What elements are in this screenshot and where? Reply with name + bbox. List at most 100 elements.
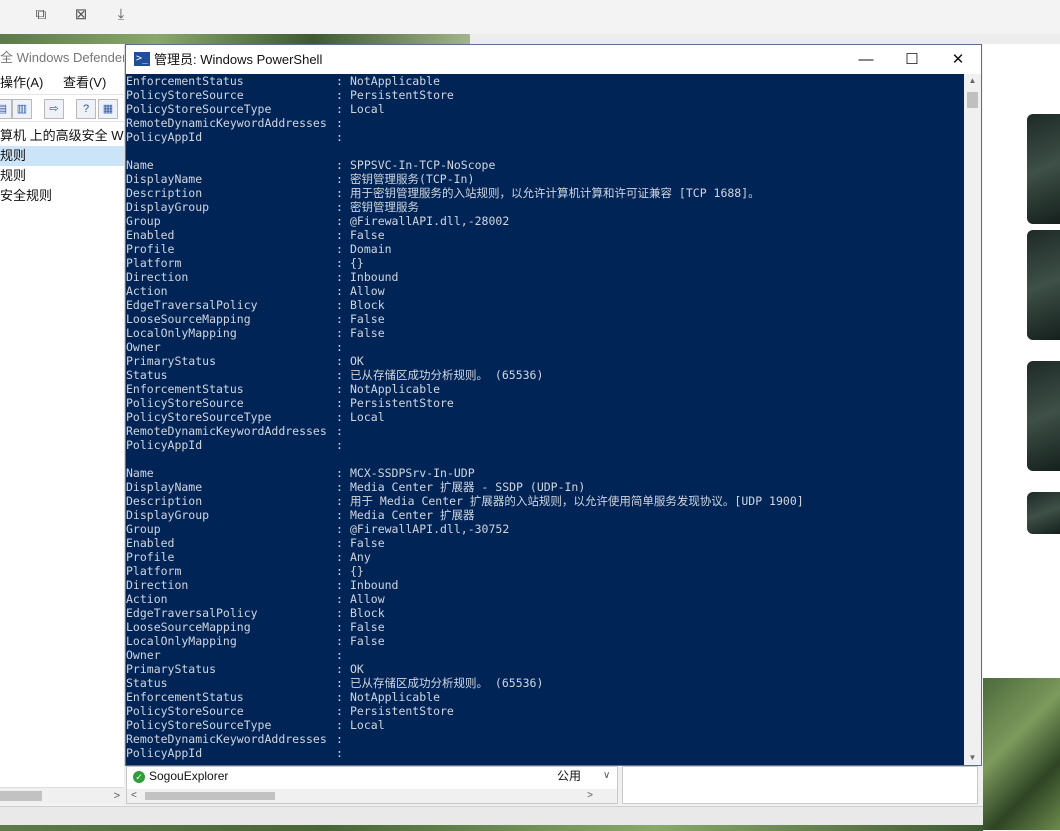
property-value: False (350, 634, 385, 648)
separator: : (336, 410, 343, 424)
property-name: RemoteDynamicKeywordAddresses (126, 116, 327, 130)
separator: : (336, 466, 343, 480)
property-name: RemoteDynamicKeywordAddresses (126, 732, 327, 746)
maximize-button[interactable]: ☐ (889, 45, 935, 74)
console-vertical-scrollbar[interactable]: ▲ ▼ (964, 74, 981, 765)
property-name: PolicyStoreSourceType (126, 102, 272, 116)
gallery-thumbnail-1[interactable] (1027, 114, 1060, 224)
console-title: 全 Windows Defender (0, 50, 124, 65)
separator: : (336, 480, 343, 494)
show-hide-tree-icon[interactable]: ▥ (12, 99, 32, 119)
property-name: Group (126, 522, 161, 536)
list-horizontal-scrollbar[interactable]: < > (127, 789, 617, 803)
separator: : (336, 368, 343, 382)
gallery-thumbnail-2[interactable] (1027, 230, 1060, 340)
close-tab-icon[interactable]: ⊠ (70, 4, 92, 26)
property-value: Allow (350, 284, 385, 298)
minimize-button[interactable]: — (843, 45, 889, 74)
property-name: PolicyStoreSource (126, 88, 244, 102)
property-value: Any (350, 550, 371, 564)
table-row[interactable]: ✓ SogouExplorer 公用 ∨ (133, 768, 613, 784)
property-value: Inbound (350, 578, 399, 592)
scroll-right-icon[interactable]: > (587, 789, 593, 803)
property-value: NotApplicable (350, 382, 441, 396)
property-name: DisplayGroup (126, 200, 210, 214)
property-value: False (350, 536, 385, 550)
property-value: PersistentStore (350, 704, 454, 718)
export-list-icon[interactable]: ⇨ (44, 99, 64, 119)
separator: : (336, 690, 343, 704)
separator: : (336, 326, 343, 340)
tree-horizontal-scrollbar[interactable]: > (0, 787, 124, 804)
separator: : (336, 228, 343, 242)
property-name: PrimaryStatus (126, 662, 217, 676)
property-name: EdgeTraversalPolicy (126, 298, 258, 312)
separator: : (336, 116, 343, 130)
scroll-thumb[interactable] (0, 791, 42, 801)
separator: : (336, 158, 343, 172)
enabled-check-icon: ✓ (133, 770, 145, 783)
menu-action[interactable]: 操作(A) (0, 75, 43, 90)
property-value: False (350, 620, 385, 634)
folder-icon[interactable]: ▤ (0, 99, 12, 119)
separator: : (336, 340, 343, 354)
gallery-thumbnail-3[interactable] (1027, 361, 1060, 471)
property-name: Name (126, 158, 154, 172)
property-name: Status (126, 676, 168, 690)
tree-inbound-rules[interactable]: 规则 (0, 146, 124, 166)
property-value: Local (350, 410, 385, 424)
scroll-left-icon[interactable]: < (131, 789, 137, 803)
property-value: Media Center 扩展器 (350, 508, 475, 522)
scroll-up-icon[interactable]: ▲ (964, 76, 981, 86)
scroll-thumb[interactable] (145, 792, 275, 800)
scroll-down-icon[interactable]: ▼ (964, 753, 981, 763)
tree-connection-security-rules[interactable]: 安全规则 (0, 186, 124, 206)
property-name: EnforcementStatus (126, 74, 244, 88)
property-value: PersistentStore (350, 396, 454, 410)
separator: : (336, 634, 343, 648)
chevron-down-icon[interactable]: ∨ (603, 768, 610, 784)
property-value: Allow (350, 592, 385, 606)
property-name: Enabled (126, 228, 175, 242)
menu-view[interactable]: 查看(V) (63, 75, 106, 90)
property-value: Block (350, 606, 385, 620)
property-value: SPPSVC-In-TCP-NoScope (350, 158, 496, 172)
properties-icon[interactable]: ▦ (98, 99, 118, 119)
property-value: 用于密钥管理服务的入站规则，以允许计算机计算和许可证兼容 [TCP 1688]。 (350, 186, 760, 200)
open-external-icon[interactable]: ⧉ (30, 4, 52, 26)
scroll-right-icon[interactable]: > (114, 788, 120, 804)
powershell-window[interactable]: >_ 管理员: Windows PowerShell — ☐ ✕ Enforce… (125, 44, 982, 766)
property-name: PrimaryStatus (126, 354, 217, 368)
separator: : (336, 186, 343, 200)
property-value: NotApplicable (350, 690, 441, 704)
property-value: OK (350, 354, 364, 368)
property-value: 密钥管理服务(TCP-In) (350, 172, 475, 186)
firewall-console-window: 全 Windows Defender 操作(A) 查看(V) 帮助 ▤ ▥ ⇨ … (0, 44, 125, 804)
property-value: NotApplicable (350, 74, 441, 88)
separator: : (336, 424, 343, 438)
separator: : (336, 606, 343, 620)
property-name: LooseSourceMapping (126, 620, 251, 634)
close-button[interactable]: ✕ (935, 45, 981, 74)
details-pane (622, 766, 978, 804)
console-menubar: 操作(A) 查看(V) 帮助 (0, 72, 124, 94)
help-icon[interactable]: ? (76, 99, 96, 119)
property-name: Platform (126, 256, 182, 270)
property-name: Direction (126, 578, 189, 592)
download-icon[interactable]: ⤓ (110, 4, 132, 26)
background-window-edge (470, 34, 1060, 44)
gallery-thumbnail-4[interactable] (1027, 492, 1060, 534)
property-name: Profile (126, 242, 175, 256)
powershell-titlebar[interactable]: >_ 管理员: Windows PowerShell — ☐ ✕ (126, 45, 981, 74)
scroll-thumb[interactable] (967, 92, 978, 108)
separator: : (336, 214, 343, 228)
tree-root[interactable]: 算机 上的高级安全 Wind (0, 126, 124, 146)
console-output[interactable]: EnforcementStatus: NotApplicable PolicySto… (126, 74, 964, 765)
tree-outbound-rules[interactable]: 规则 (0, 166, 124, 186)
property-name: Enabled (126, 536, 175, 550)
separator: : (336, 676, 343, 690)
property-value: MCX-SSDPSrv-In-UDP (350, 466, 475, 480)
separator: : (336, 662, 343, 676)
separator: : (336, 564, 343, 578)
status-strip (0, 806, 983, 831)
